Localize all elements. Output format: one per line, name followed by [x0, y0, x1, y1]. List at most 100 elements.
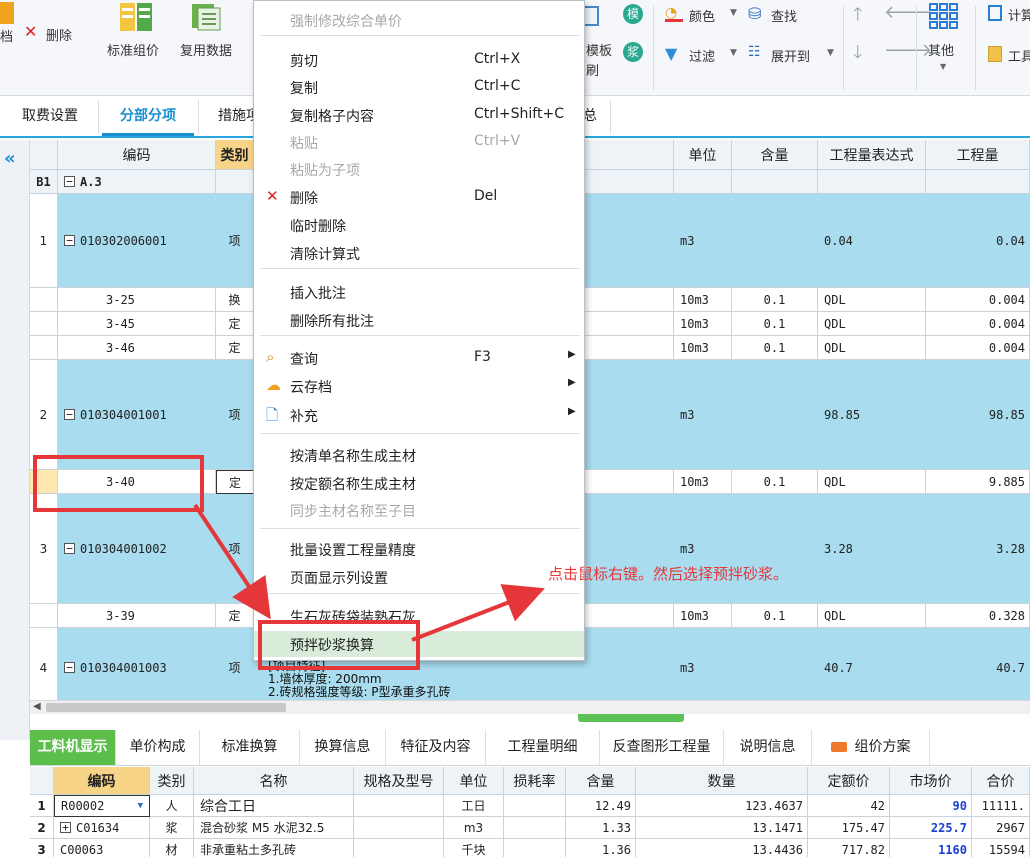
row-code[interactable]: − A.3: [58, 170, 216, 194]
header-qty[interactable]: 含量: [732, 140, 818, 170]
row-type[interactable]: 项: [216, 360, 254, 470]
menu-query[interactable]: ⌕ 查询 F3 ▶: [254, 345, 584, 371]
row-code[interactable]: 3-25: [58, 288, 216, 312]
template-label[interactable]: 模板: [586, 40, 612, 59]
tool-icon[interactable]: [988, 46, 1002, 62]
menu-copy[interactable]: 复制 Ctrl+C: [254, 74, 584, 100]
row-amount[interactable]: 40.7: [926, 628, 1030, 700]
row-qty[interactable]: [732, 494, 818, 604]
row-code[interactable]: −010302006001: [58, 194, 216, 288]
bottom-header-market-price[interactable]: 市场价: [890, 767, 972, 795]
bottom-header-code[interactable]: 编码: [54, 767, 150, 795]
mortar-icon[interactable]: 浆: [623, 42, 643, 62]
bottom-header-name[interactable]: 名称: [194, 767, 354, 795]
collapse-tree-icon[interactable]: −: [64, 409, 75, 420]
row-amount[interactable]: 0.004: [926, 288, 1030, 312]
menu-cut[interactable]: 剪切 Ctrl+X: [254, 47, 584, 73]
other-dropdown-icon[interactable]: ▼: [940, 62, 946, 71]
menu-delete-all-notes[interactable]: 删除所有批注: [254, 307, 584, 333]
menu-insert-note[interactable]: 插入批注: [254, 279, 584, 305]
row-type[interactable]: 定: [216, 336, 254, 360]
menu-force-unit-price[interactable]: 强制修改综合单价: [254, 7, 584, 33]
expand-dropdown-icon[interactable]: ▼: [827, 48, 834, 58]
bottom-row-amount[interactable]: 13.1471: [636, 817, 808, 839]
row-code[interactable]: −010304001001: [58, 360, 216, 470]
menu-clear-formula[interactable]: 清除计算式: [254, 240, 584, 266]
find-button[interactable]: 查找: [771, 6, 797, 25]
standard-price-icon[interactable]: [119, 2, 153, 32]
bottom-row-qty[interactable]: 1.33: [566, 817, 636, 839]
bottom-header-loss[interactable]: 损耗率: [504, 767, 566, 795]
bottom-row-amount[interactable]: 13.4436: [636, 839, 808, 857]
tab-conversion-info[interactable]: 换算信息: [300, 730, 386, 765]
tab-graphic-quantity[interactable]: 反查图形工程量: [600, 730, 724, 765]
row-qty[interactable]: 0.1: [732, 312, 818, 336]
color-button[interactable]: 颜色: [689, 6, 715, 25]
tab-resource-display[interactable]: 工料机显示: [30, 730, 116, 765]
row-unit[interactable]: 10m3: [674, 288, 732, 312]
row-code[interactable]: 3-45: [58, 312, 216, 336]
bottom-row-amount[interactable]: 123.4637: [636, 795, 808, 817]
bottom-row-market-price[interactable]: 1160: [890, 839, 972, 857]
row-unit[interactable]: 10m3: [674, 336, 732, 360]
calculator-icon[interactable]: [988, 5, 1002, 21]
row-type[interactable]: 定: [216, 604, 254, 628]
bottom-row-unit[interactable]: m3: [444, 817, 504, 839]
row-amount[interactable]: 0.328: [926, 604, 1030, 628]
row-amount[interactable]: 0.004: [926, 336, 1030, 360]
row-expr[interactable]: QDL: [818, 604, 926, 628]
row-expr[interactable]: QDL: [818, 336, 926, 360]
bottom-row-loss[interactable]: [504, 817, 566, 839]
collapse-tree-icon[interactable]: −: [64, 176, 75, 187]
filter-dropdown-icon[interactable]: ▼: [730, 48, 737, 58]
bottom-row-market-price[interactable]: 90: [890, 795, 972, 817]
bottom-row-qty[interactable]: 1.36: [566, 839, 636, 857]
bottom-header-spec[interactable]: 规格及型号: [354, 767, 444, 795]
bottom-row-spec[interactable]: [354, 839, 444, 857]
bottom-header-quota-price[interactable]: 定额价: [808, 767, 890, 795]
bottom-row-quota-price[interactable]: 175.47: [808, 817, 890, 839]
expand-icon[interactable]: ☷: [748, 44, 761, 60]
bottom-row-spec[interactable]: [354, 795, 444, 817]
row-amount[interactable]: [926, 170, 1030, 194]
color-icon[interactable]: ◔: [665, 6, 683, 22]
row-amount[interactable]: 9.885: [926, 470, 1030, 494]
delete-button[interactable]: 删除: [46, 25, 72, 44]
row-type[interactable]: 定: [216, 312, 254, 336]
row-type[interactable]: 项: [216, 194, 254, 288]
row-amount[interactable]: 0.004: [926, 312, 1030, 336]
row-expr[interactable]: 98.85: [818, 360, 926, 470]
move-up-icon[interactable]: 🡑: [853, 2, 862, 32]
bottom-row-qty[interactable]: 12.49: [566, 795, 636, 817]
template-icon[interactable]: [583, 6, 599, 26]
collapse-tree-icon[interactable]: −: [64, 235, 75, 246]
calc-button[interactable]: 计算: [1008, 5, 1030, 24]
menu-paste[interactable]: 粘贴 Ctrl+V: [254, 129, 584, 155]
reuse-data-icon[interactable]: [190, 2, 224, 32]
document-icon[interactable]: [0, 2, 14, 24]
bottom-row-loss[interactable]: [504, 795, 566, 817]
collapse-tree-icon[interactable]: −: [64, 662, 75, 673]
tab-price-scheme[interactable]: 组价方案: [812, 730, 930, 765]
row-unit[interactable]: m3: [674, 194, 732, 288]
panel-splitter-handle[interactable]: [578, 714, 684, 722]
bottom-row-unit[interactable]: 千块: [444, 839, 504, 857]
bottom-header-total[interactable]: 合价: [972, 767, 1030, 795]
header-expr[interactable]: 工程量表达式: [818, 140, 926, 170]
tab-sub-items[interactable]: 分部分项: [102, 96, 194, 136]
row-unit[interactable]: m3: [674, 494, 732, 604]
menu-batch-precision[interactable]: 批量设置工程量精度: [254, 536, 584, 562]
menu-copy-cell[interactable]: 复制格子内容 Ctrl+Shift+C: [254, 102, 584, 128]
move-right-icon[interactable]: 🡒: [884, 40, 932, 61]
bottom-row-market-price[interactable]: 225.7: [890, 817, 972, 839]
bottom-header-qty[interactable]: 含量: [566, 767, 636, 795]
scrollbar-thumb[interactable]: [46, 703, 286, 712]
tab-features[interactable]: 特征及内容: [386, 730, 486, 765]
bottom-header-amount[interactable]: 数量: [636, 767, 808, 795]
menu-column-settings[interactable]: 页面显示列设置: [254, 564, 584, 590]
row-expr[interactable]: 0.04: [818, 194, 926, 288]
bottom-header-type[interactable]: 类别: [150, 767, 194, 795]
row-unit[interactable]: m3: [674, 360, 732, 470]
bottom-header-unit[interactable]: 单位: [444, 767, 504, 795]
row-qty[interactable]: [732, 360, 818, 470]
